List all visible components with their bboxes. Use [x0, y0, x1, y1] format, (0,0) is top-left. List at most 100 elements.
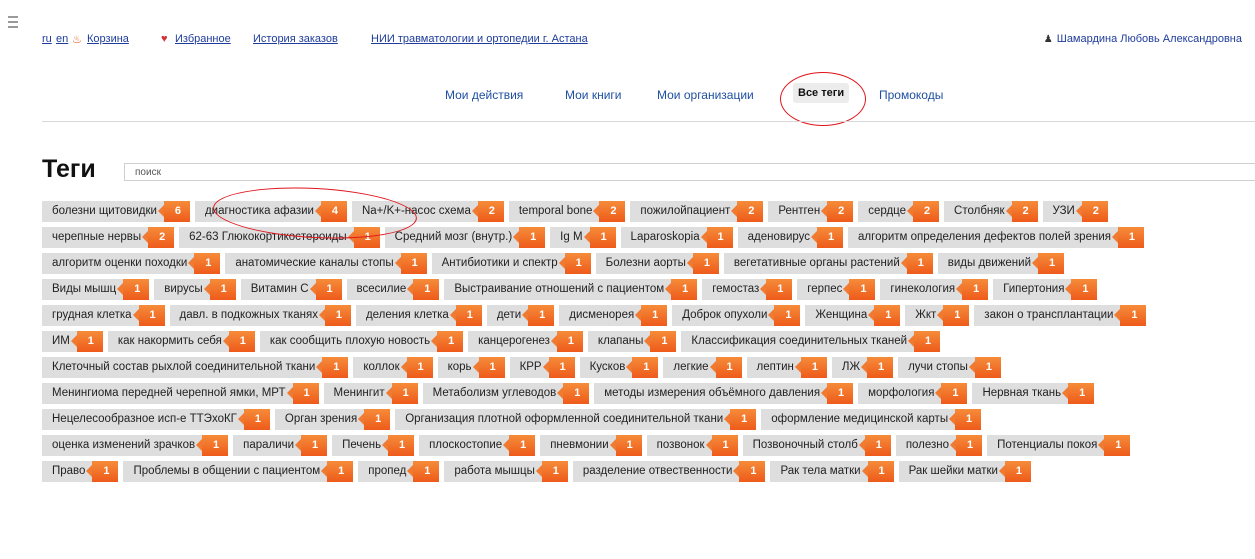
tag-item[interactable]: методы измерения объёмного давления 1	[594, 383, 854, 404]
tag-item[interactable]: Потенциалы покоя 1	[987, 435, 1131, 456]
lang-en-link[interactable]: en	[56, 33, 68, 45]
tag-item[interactable]: 62-63 Глюкокортикостероиды 1	[179, 227, 380, 248]
tag-item[interactable]: Право 1	[42, 461, 119, 482]
order-history-link[interactable]: История заказов	[253, 33, 338, 45]
tag-item[interactable]: деления клетка 1	[355, 305, 482, 326]
tag-item[interactable]: давл. в подкожных тканях 1	[169, 305, 351, 326]
tag-item[interactable]: Орган зрения 1	[274, 409, 391, 430]
tag-item[interactable]: аденовирус 1	[737, 227, 844, 248]
tag-item[interactable]: гемостаз 1	[702, 279, 793, 300]
tag-item[interactable]: Менингиома передней черепной ямки, МРТ 1	[42, 383, 319, 404]
user-name[interactable]: Шамардина Любовь Александровна	[1057, 33, 1242, 45]
tag-item[interactable]: оценка изменений зрачков 1	[42, 435, 229, 456]
tag-item[interactable]: герпес 1	[797, 279, 876, 300]
tag-item[interactable]: Ig M1	[550, 227, 616, 248]
tag-item[interactable]: КРР 1	[509, 357, 575, 378]
tag-item[interactable]: вегетативные органы растений 1	[723, 253, 933, 274]
tag-item[interactable]: как сообщить плохую новость 1	[259, 331, 464, 352]
tag-item[interactable]: клапаны 1	[587, 331, 677, 352]
user-profile[interactable]: ♟ Шамардина Любовь Александровна	[1044, 33, 1242, 45]
tag-item[interactable]: Нецелесообразное исп-е ТТЭхоКГ 1	[42, 409, 270, 430]
tag-item[interactable]: сердце 2	[858, 201, 940, 222]
tag-item[interactable]: ЛЖ 1	[831, 357, 894, 378]
tab-promo-codes[interactable]: Промокоды	[879, 88, 943, 102]
tag-item[interactable]: Клеточный состав рыхлой соединительной т…	[42, 357, 349, 378]
tag-item[interactable]: оформление медицинской карты 1	[761, 409, 982, 430]
tag-item[interactable]: пневмонии 1	[540, 435, 642, 456]
lang-ru-link[interactable]: ru	[42, 33, 52, 45]
tag-item[interactable]: Кусков 1	[579, 357, 659, 378]
tag-label: виды движений	[947, 257, 1032, 269]
tag-item[interactable]: легкие 1	[663, 357, 742, 378]
tag-item[interactable]: алгоритм определения дефектов полей зрен…	[848, 227, 1144, 248]
tag-item[interactable]: пожилойпациент 2	[630, 201, 764, 222]
tag-item[interactable]: Гипертония 1	[993, 279, 1098, 300]
tag-item[interactable]: корь 1	[437, 357, 505, 378]
tag-item[interactable]: Рак шейки матки 1	[898, 461, 1031, 482]
tag-item[interactable]: Laparoskopia 1	[620, 227, 733, 248]
tag-item[interactable]: позвонок 1	[646, 435, 738, 456]
tag-item[interactable]: Позвоночный столб 1	[742, 435, 891, 456]
tag-item[interactable]: temporal bone 2	[508, 201, 626, 222]
tag-item[interactable]: болезни щитовидки 6	[42, 201, 190, 222]
tag-item[interactable]: Антибиотики и спектр 1	[431, 253, 591, 274]
tag-item[interactable]: Менингит 1	[323, 383, 418, 404]
tag-item[interactable]: Печень 1	[332, 435, 415, 456]
tag-item[interactable]: вирусы 1	[154, 279, 236, 300]
tag-item[interactable]: Доброк опухоли 1	[672, 305, 801, 326]
tag-item[interactable]: канцерогенез 1	[468, 331, 583, 352]
organization-link[interactable]: НИИ травматологии и ортопедии г. Астана	[371, 33, 588, 45]
tag-item[interactable]: Проблемы в общении с пациентом 1	[123, 461, 354, 482]
tag-item[interactable]: ИМ 1	[42, 331, 103, 352]
tag-item[interactable]: Метаболизм углеводов 1	[422, 383, 590, 404]
tag-item[interactable]: Na+/K+-насос схема 2	[351, 201, 504, 222]
tag-item[interactable]: Болезни аорты 1	[595, 253, 719, 274]
tab-all-tags[interactable]: Все теги	[793, 83, 850, 103]
tag-item[interactable]: плоскостопие 1	[419, 435, 536, 456]
tag-item[interactable]: Витамин С1	[240, 279, 342, 300]
tag-item[interactable]: УЗИ 2	[1042, 201, 1108, 222]
tag-item[interactable]: морфология 1	[858, 383, 968, 404]
tag-item[interactable]: Нервная ткань 1	[972, 383, 1095, 404]
hamburger-menu-icon[interactable]	[8, 16, 18, 28]
tag-item[interactable]: алгоритм оценки походки 1	[42, 253, 221, 274]
tag-label: алгоритм определения дефектов полей зрен…	[858, 231, 1111, 243]
tag-item[interactable]: Рак тела матки 1	[770, 461, 894, 482]
tag-item[interactable]: Виды мышц 1	[42, 279, 150, 300]
tag-label: Рентген	[778, 205, 821, 217]
tag-item[interactable]: лучи стопы 1	[898, 357, 1001, 378]
tab-my-actions[interactable]: Мои действия	[445, 88, 523, 102]
tag-item[interactable]: работа мышцы 1	[444, 461, 568, 482]
tag-item[interactable]: гинекология 1	[880, 279, 989, 300]
tag-search-input[interactable]	[124, 163, 1255, 181]
tag-item[interactable]: Столбняк 2	[944, 201, 1038, 222]
tag-item[interactable]: коллок 1	[353, 357, 433, 378]
tab-my-organizations[interactable]: Мои организации	[657, 88, 754, 102]
tag-item[interactable]: анатомические каналы стопы 1	[225, 253, 427, 274]
tag-item[interactable]: параличи 1	[233, 435, 328, 456]
tag-item[interactable]: полезно 1	[895, 435, 983, 456]
tag-label: разделение отвественности	[582, 465, 733, 477]
tag-item[interactable]: лептин 1	[746, 357, 827, 378]
tab-my-books[interactable]: Мои книги	[565, 88, 622, 102]
tag-item[interactable]: всесилие 1	[346, 279, 440, 300]
tag-item[interactable]: дисменорея 1	[559, 305, 668, 326]
tag-item[interactable]: Классификация соединительных тканей 1	[681, 331, 941, 352]
tag-item[interactable]: Организация плотной оформленной соединит…	[395, 409, 757, 430]
tag-item[interactable]: пропед 1	[358, 461, 440, 482]
tag-item[interactable]: как накормить себя 1	[107, 331, 255, 352]
tag-item[interactable]: дети 1	[486, 305, 555, 326]
tag-item[interactable]: грудная клетка 1	[42, 305, 165, 326]
favorites-link[interactable]: Избранное	[175, 33, 231, 45]
tag-item[interactable]: Средний мозг (внутр.) 1	[384, 227, 546, 248]
tag-item[interactable]: Выстраивание отношений с пациентом 1	[444, 279, 698, 300]
tag-item[interactable]: закон о трансплантации 1	[974, 305, 1147, 326]
basket-link[interactable]: Корзина	[87, 33, 129, 45]
tag-item[interactable]: черепные нервы 2	[42, 227, 175, 248]
tag-item[interactable]: Рентген 2	[768, 201, 854, 222]
tag-item[interactable]: Женщина 1	[805, 305, 901, 326]
tag-item[interactable]: виды движений 1	[937, 253, 1065, 274]
tag-item[interactable]: диагностика афазии 4	[194, 201, 347, 222]
tag-item[interactable]: Жкт 1	[905, 305, 970, 326]
tag-item[interactable]: разделение отвественности 1	[572, 461, 766, 482]
